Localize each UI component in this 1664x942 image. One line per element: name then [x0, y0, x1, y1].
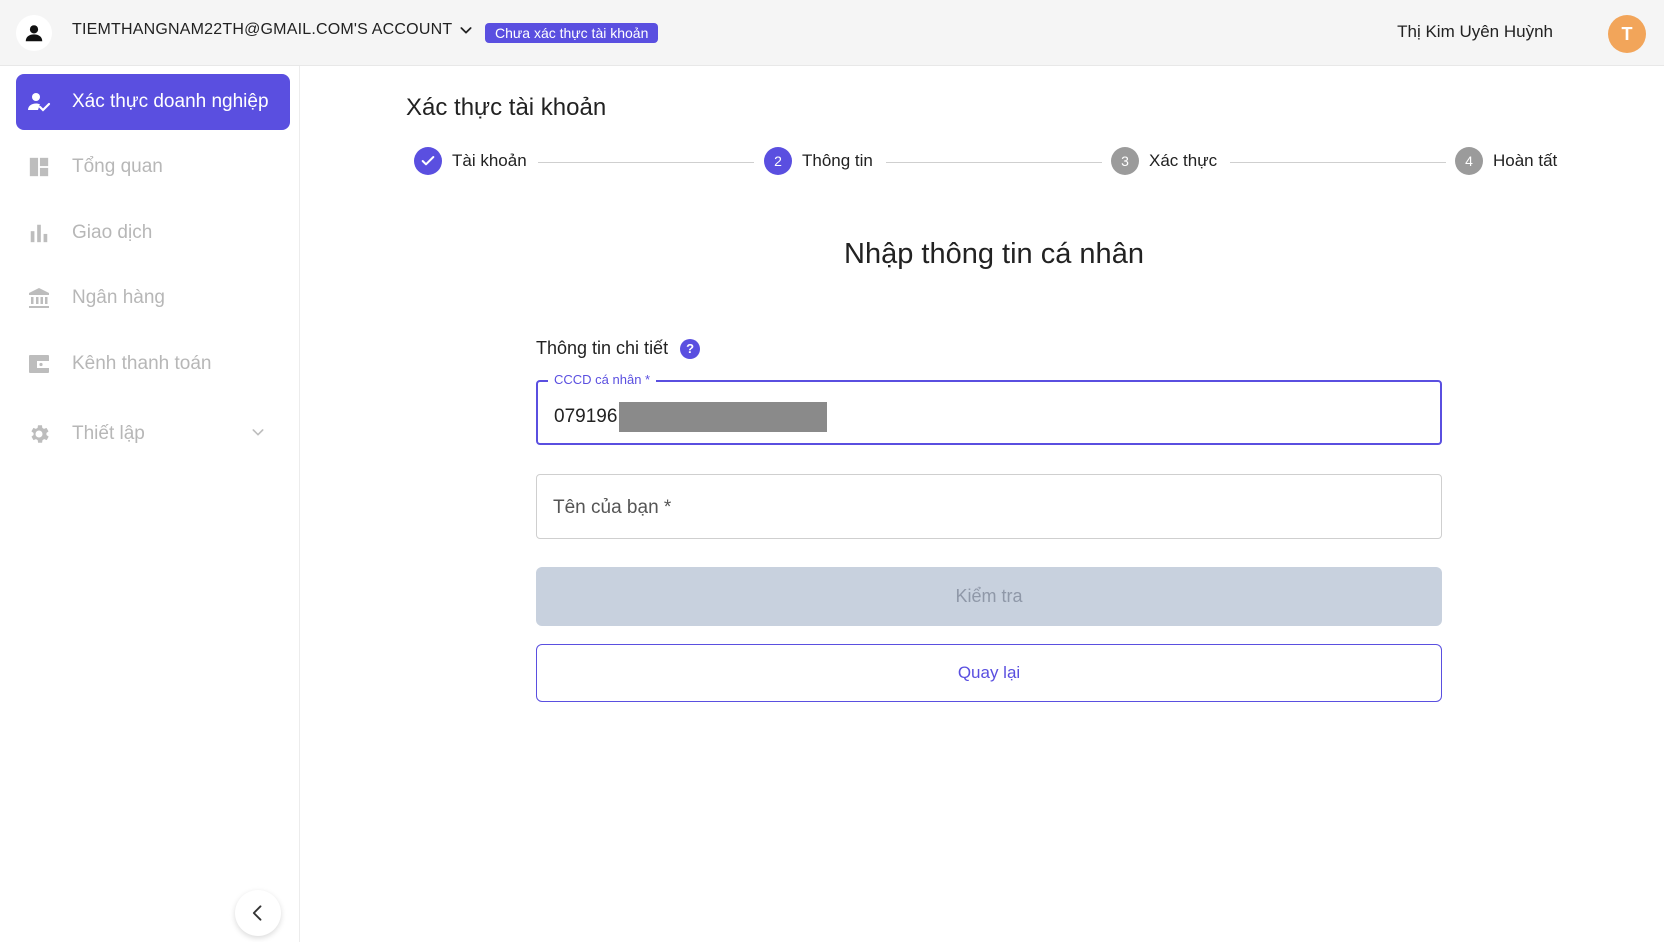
dashboard-icon — [26, 154, 52, 180]
chevron-left-icon — [252, 905, 262, 921]
sidebar-item-label: Giao dịch — [72, 222, 153, 243]
step-label: Hoàn tất — [1493, 151, 1558, 170]
sidebar: Xác thực doanh nghiệp Tổng quan Giao dịc… — [0, 66, 300, 942]
check-button[interactable]: Kiểm tra — [536, 567, 1442, 626]
section-label-text: Thông tin chi tiết — [536, 338, 669, 358]
step-connector — [886, 162, 1102, 163]
step-connector — [538, 162, 754, 163]
redacted-block — [619, 402, 828, 432]
step-number: 4 — [1455, 147, 1483, 175]
wallet-icon — [26, 351, 52, 377]
sidebar-item-overview[interactable]: Tổng quan — [16, 139, 290, 195]
sidebar-item-label: Xác thực doanh nghiệp — [72, 91, 269, 112]
sidebar-item-business-verification[interactable]: Xác thực doanh nghiệp — [16, 74, 290, 130]
name-field[interactable]: Tên của bạn * — [536, 474, 1442, 539]
page-title: Xác thực tài khoản — [406, 94, 607, 121]
sidebar-item-payment-channels[interactable]: Kênh thanh toán — [16, 336, 290, 392]
account-icon[interactable] — [16, 15, 52, 51]
sidebar-item-label: Ngân hàng — [72, 287, 165, 308]
unverified-badge: Chưa xác thực tài khoản — [485, 23, 659, 43]
step-info: 2 Thông tin — [764, 147, 873, 175]
sidebar-item-bank[interactable]: Ngân hàng — [16, 270, 290, 326]
step-label: Tài khoản — [452, 151, 527, 170]
account-label: TIEMTHANGNAM22TH@GMAIL.COM'S ACCOUNT — [72, 21, 453, 38]
sidebar-item-transactions[interactable]: Giao dịch — [16, 205, 290, 261]
top-header: TIEMTHANGNAM22TH@GMAIL.COM'S ACCOUNT Chư… — [0, 0, 1664, 66]
step-verify: 3 Xác thực — [1111, 147, 1217, 175]
back-button[interactable]: Quay lại — [536, 644, 1442, 702]
collapse-sidebar-button[interactable] — [235, 890, 281, 936]
user-avatar[interactable]: T — [1608, 15, 1646, 53]
cccd-field[interactable]: CCCD cá nhân * 079196 — [536, 372, 1442, 445]
cccd-value-text: 079196 — [554, 406, 618, 427]
sidebar-item-label: Kênh thanh toán — [72, 353, 212, 374]
step-label: Thông tin — [802, 151, 873, 170]
sidebar-item-label: Thiết lập — [72, 423, 145, 444]
name-placeholder: Tên của bạn * — [553, 497, 672, 518]
chevron-down-icon — [460, 27, 472, 34]
check-icon — [414, 147, 442, 175]
stepper: Tài khoản 2 Thông tin 3 Xác thực 4 Hoàn … — [406, 145, 1566, 181]
account-switcher[interactable]: TIEMTHANGNAM22TH@GMAIL.COM'S ACCOUNT — [72, 21, 474, 39]
gear-icon — [26, 421, 52, 447]
bank-icon — [26, 285, 52, 311]
section-label: Thông tin chi tiết ? — [536, 338, 701, 359]
step-account: Tài khoản — [414, 147, 527, 175]
cccd-label: CCCD cá nhân * — [548, 372, 657, 387]
form-title: Nhập thông tin cá nhân — [844, 238, 1144, 270]
user-name: Thị Kim Uyên Huỳnh — [1397, 22, 1553, 41]
step-number: 3 — [1111, 147, 1139, 175]
user-check-icon — [26, 89, 52, 115]
step-connector — [1230, 162, 1446, 163]
step-label: Xác thực — [1149, 151, 1218, 170]
chevron-down-icon — [252, 429, 264, 436]
cccd-value: 079196 — [554, 402, 828, 432]
step-number: 2 — [764, 147, 792, 175]
sidebar-item-label: Tổng quan — [72, 156, 163, 177]
help-icon[interactable]: ? — [680, 338, 701, 359]
bar-chart-icon — [26, 220, 52, 246]
sidebar-item-settings[interactable]: Thiết lập — [16, 406, 290, 462]
step-complete: 4 Hoàn tất — [1455, 147, 1557, 175]
